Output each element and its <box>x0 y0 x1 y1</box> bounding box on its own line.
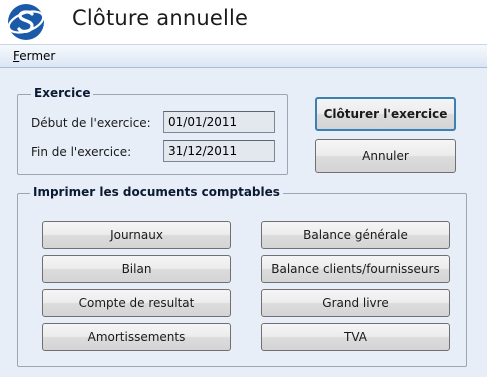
documents-legend: Imprimer les documents comptables <box>30 185 283 199</box>
tva-button[interactable]: TVA <box>261 323 450 351</box>
exercice-legend: Exercice <box>31 86 94 100</box>
amortissements-button[interactable]: Amortissements <box>42 323 231 351</box>
menu-fermer[interactable]: Fermer <box>13 49 55 63</box>
documents-group: Imprimer les documents comptables Journa… <box>17 185 467 367</box>
debut-exercice-label: Début de l'exercice: <box>31 116 151 130</box>
journaux-button[interactable]: Journaux <box>42 221 231 249</box>
exercice-group: Exercice Début de l'exercice: 01/01/2011… <box>17 86 288 175</box>
fin-exercice-field[interactable]: 31/12/2011 <box>163 140 275 162</box>
debut-exercice-field[interactable]: 01/01/2011 <box>163 111 275 133</box>
bilan-button[interactable]: Bilan <box>42 255 231 283</box>
title-header: Clôture annuelle <box>0 0 487 44</box>
menu-fermer-label: ermer <box>19 49 56 63</box>
dialog-content: Exercice Début de l'exercice: 01/01/2011… <box>0 68 487 377</box>
grand-livre-button[interactable]: Grand livre <box>261 289 450 317</box>
compte-resultat-button[interactable]: Compte de resultat <box>42 289 231 317</box>
fin-exercice-label: Fin de l'exercice: <box>31 145 132 159</box>
annuler-button[interactable]: Annuler <box>315 139 456 173</box>
cloturer-exercice-button[interactable]: Clôturer l'exercice <box>315 97 456 131</box>
menu-bar: Fermer <box>0 44 487 68</box>
balance-clients-fournisseurs-button[interactable]: Balance clients/fournisseurs <box>261 255 450 283</box>
window-title: Clôture annuelle <box>72 6 249 30</box>
app-logo-icon <box>7 4 45 40</box>
balance-generale-button[interactable]: Balance générale <box>261 221 450 249</box>
